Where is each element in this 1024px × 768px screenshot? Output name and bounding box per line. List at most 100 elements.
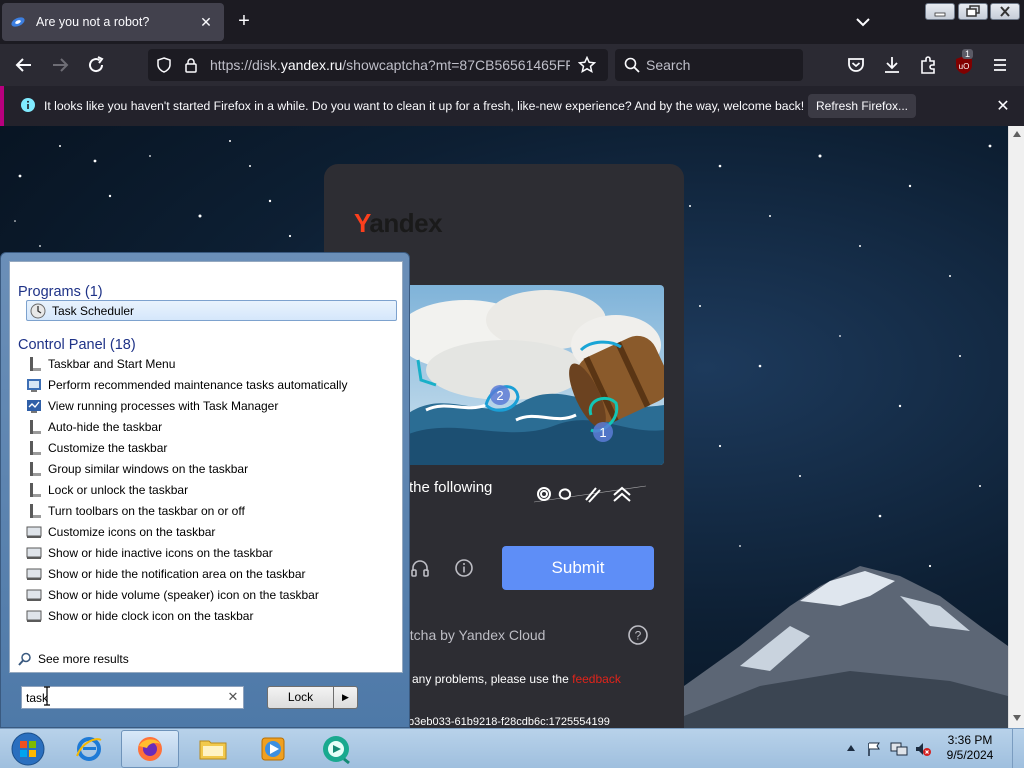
submit-button[interactable]: Submit <box>502 546 654 590</box>
start-menu-results-panel: Programs (1) Task Scheduler Control Panel… <box>9 261 403 673</box>
windows-orb-icon <box>11 732 45 766</box>
notification-area-icon <box>26 610 42 622</box>
action-center-flag-icon[interactable] <box>866 741 882 757</box>
lock-icon[interactable] <box>184 57 198 73</box>
forward-arrow-icon[interactable] <box>48 53 72 77</box>
result-lock-unlock-taskbar[interactable]: Lock or unlock the taskbar <box>26 479 396 500</box>
ublock-origin-icon[interactable]: uO 1 <box>952 49 976 77</box>
minimize-window-button[interactable] <box>925 3 955 20</box>
svg-text:?: ? <box>635 629 642 643</box>
show-desktop-button[interactable] <box>1012 729 1024 768</box>
task-scheduler-clock-icon <box>30 303 46 318</box>
action-center-icon <box>27 378 41 392</box>
folder-icon <box>199 740 227 760</box>
refresh-firefox-button[interactable]: Refresh Firefox... <box>808 94 916 118</box>
clock-time: 3:36 PM <box>947 733 993 747</box>
start-search-box[interactable]: ✕ <box>21 686 244 709</box>
url-bar[interactable]: https://disk.yandex.ru/showcaptcha?mt=87… <box>148 49 608 81</box>
clear-search-icon[interactable]: ✕ <box>226 690 240 704</box>
close-tab-icon[interactable]: ✕ <box>196 14 216 31</box>
captcha-target-symbols <box>534 485 646 503</box>
downloads-icon[interactable] <box>880 53 904 77</box>
captcha-image[interactable]: 1 2 <box>406 285 664 465</box>
refresh-firefox-notification: It looks like you haven't started Firefo… <box>0 86 1024 126</box>
feedback-link[interactable]: feedback <box>572 672 621 686</box>
taskbar-app[interactable] <box>307 730 365 768</box>
notification-area-icon <box>26 568 42 580</box>
result-show-hide-notification-area[interactable]: Show or hide the notification area on th… <box>26 563 396 584</box>
captcha-problems-text: e any problems, please use the feedback <box>402 672 621 686</box>
svg-text:uO: uO <box>959 62 970 71</box>
bookmark-star-icon[interactable] <box>578 56 596 74</box>
search-icon <box>624 57 640 73</box>
taskbar-firefox[interactable] <box>121 730 179 768</box>
power-options-arrow-icon[interactable]: ▶ <box>334 686 358 709</box>
search-bar[interactable]: Search <box>615 49 803 81</box>
teal-app-icon <box>323 736 350 765</box>
restore-window-button[interactable] <box>958 3 988 20</box>
captcha-provider-text: otcha by Yandex Cloud <box>402 627 546 643</box>
see-more-results-link[interactable]: See more results <box>18 652 129 666</box>
list-all-tabs-icon[interactable] <box>852 12 874 32</box>
back-arrow-icon[interactable] <box>12 53 36 77</box>
page-scrollbar[interactable] <box>1008 126 1024 730</box>
result-task-scheduler[interactable]: Task Scheduler <box>26 300 397 321</box>
reload-icon[interactable] <box>84 53 108 77</box>
result-group-similar-windows[interactable]: Group similar windows on the taskbar <box>26 458 396 479</box>
result-show-hide-volume-icon[interactable]: Show or hide volume (speaker) icon on th… <box>26 584 396 605</box>
notification-area: 3:36 PM 9/5/2024 <box>840 729 1024 768</box>
captcha-info-icon[interactable] <box>454 558 474 578</box>
captcha-help-icon[interactable]: ? <box>627 624 649 646</box>
show-hidden-icons-arrow-icon[interactable] <box>846 743 856 753</box>
firefox-icon <box>138 737 162 761</box>
yandex-logo: Yandex <box>354 208 443 238</box>
volume-muted-icon[interactable] <box>914 741 932 757</box>
menu-hamburger-icon[interactable] <box>988 53 1012 77</box>
scroll-down-arrow-icon[interactable] <box>1012 714 1022 722</box>
taskbar-settings-icon <box>30 419 41 434</box>
start-button[interactable] <box>2 730 54 768</box>
tracking-protection-shield-icon[interactable] <box>156 57 172 73</box>
result-auto-hide-taskbar[interactable]: Auto-hide the taskbar <box>26 416 396 437</box>
taskbar-settings-icon <box>30 461 41 476</box>
media-player-icon <box>261 737 285 761</box>
result-show-hide-inactive-icons[interactable]: Show or hide inactive icons on the taskb… <box>26 542 396 563</box>
lock-button[interactable]: Lock <box>267 686 334 709</box>
start-search-input[interactable] <box>22 687 222 708</box>
new-tab-button[interactable]: + <box>232 10 256 34</box>
result-show-hide-clock-icon[interactable]: Show or hide clock icon on the taskbar <box>26 605 396 626</box>
notification-area-icon <box>26 547 42 559</box>
tab-title: Are you not a robot? <box>36 15 150 29</box>
taskbar-settings-icon <box>30 503 41 518</box>
taskbar-media-player[interactable] <box>244 730 302 768</box>
close-notification-icon[interactable]: ✕ <box>994 96 1012 116</box>
audio-captcha-headphones-icon[interactable] <box>410 558 430 578</box>
result-customize-icons[interactable]: Customize icons on the taskbar <box>26 521 396 542</box>
scroll-up-arrow-icon[interactable] <box>1012 130 1022 138</box>
control-panel-heading: Control Panel (18) <box>18 337 136 353</box>
result-turn-toolbars[interactable]: Turn toolbars on the taskbar on or off <box>26 500 396 521</box>
magnifier-icon <box>18 652 31 666</box>
system-clock[interactable]: 3:36 PM 9/5/2024 <box>935 733 1005 763</box>
captcha-token: b3eb033-61b9218-f28cdb6c:1725554199 <box>408 716 610 728</box>
result-customize-taskbar[interactable]: Customize the taskbar <box>26 437 396 458</box>
result-view-running-processes[interactable]: View running processes with Task Manager <box>26 395 396 416</box>
extensions-puzzle-icon[interactable] <box>916 53 940 77</box>
extension-badge: 1 <box>962 49 974 59</box>
text-cursor-icon <box>44 686 50 706</box>
close-window-button[interactable] <box>990 3 1020 20</box>
taskbar-file-explorer[interactable] <box>184 730 242 768</box>
notification-text: It looks like you haven't started Firefo… <box>44 99 805 113</box>
internet-explorer-icon <box>76 737 102 761</box>
notification-area-icon <box>26 589 42 601</box>
browser-tab[interactable]: Are you not a robot? ✕ <box>2 3 224 41</box>
taskbar-settings-icon <box>30 482 41 497</box>
notification-area-icon <box>26 526 42 538</box>
pocket-icon[interactable] <box>844 53 868 77</box>
result-perform-maintenance[interactable]: Perform recommended maintenance tasks au… <box>26 374 396 395</box>
captcha-instruction: the following <box>409 479 493 496</box>
result-taskbar-and-start-menu[interactable]: Taskbar and Start Menu <box>26 353 396 374</box>
programs-heading: Programs (1) <box>18 284 103 300</box>
taskbar-internet-explorer[interactable] <box>60 730 118 768</box>
network-icon[interactable] <box>890 741 908 757</box>
